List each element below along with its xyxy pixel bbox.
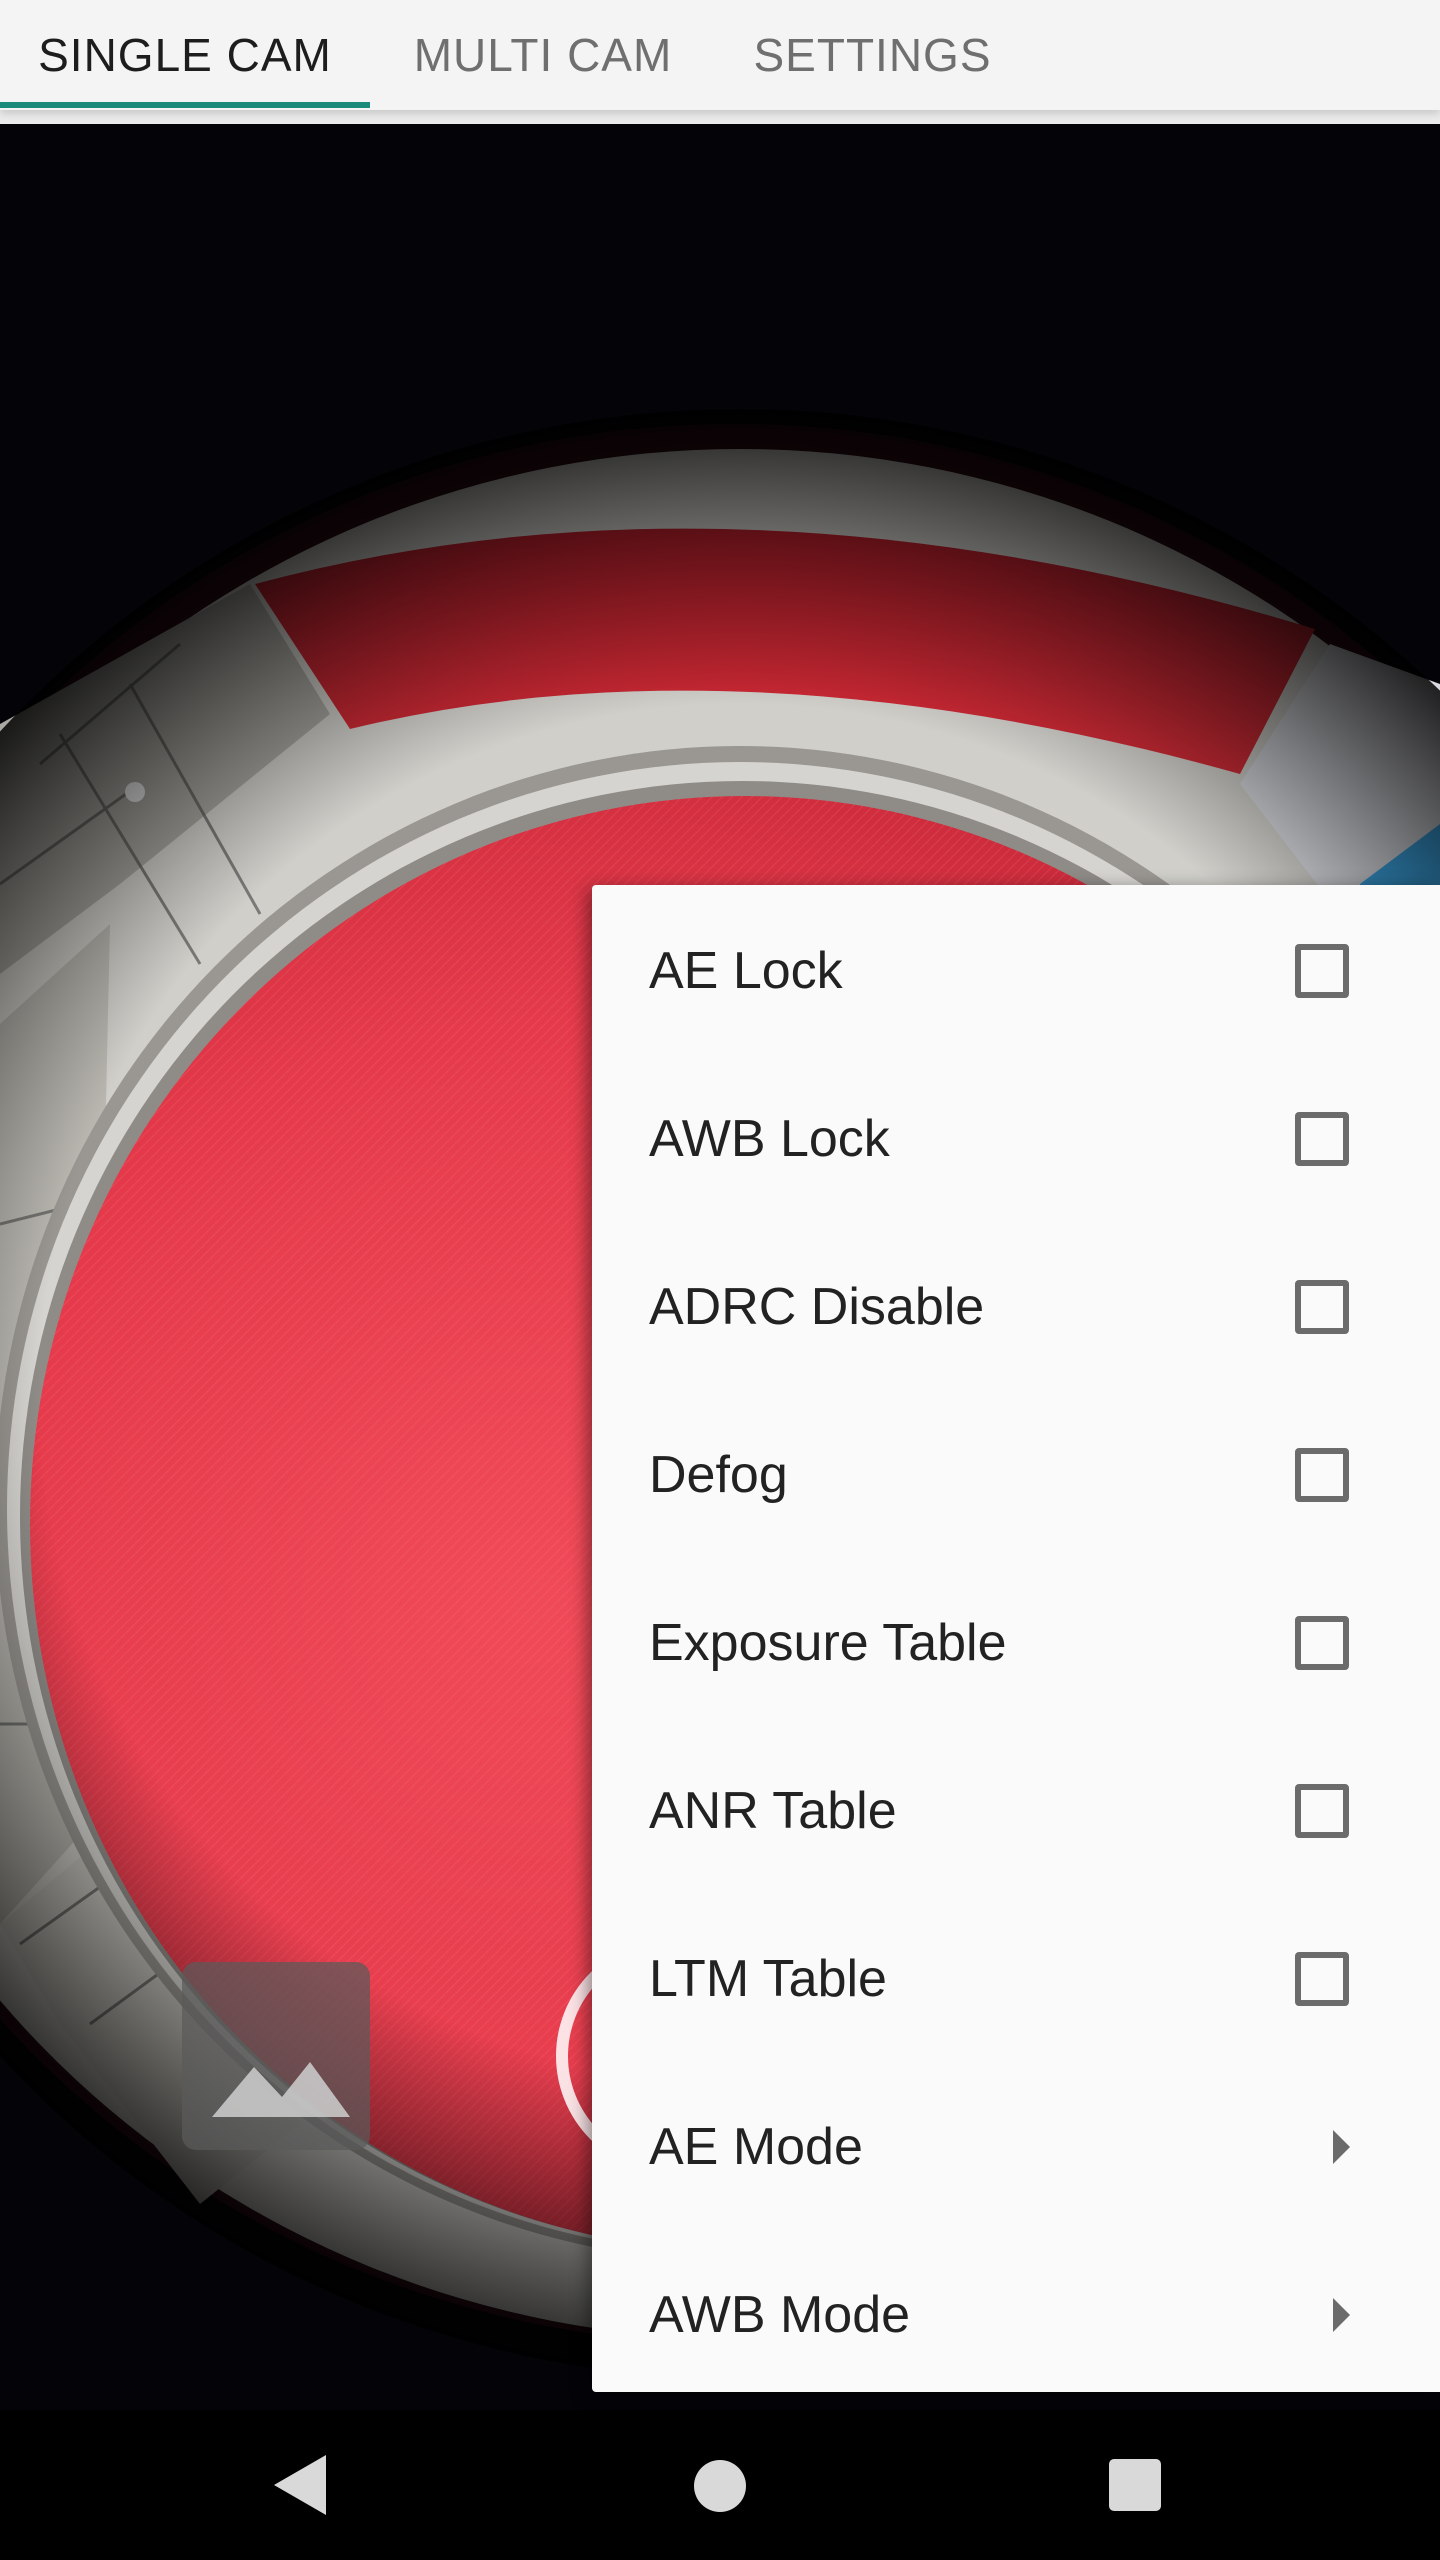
awb-lock-checkbox[interactable] — [1295, 1112, 1349, 1166]
defog-checkbox[interactable] — [1295, 1448, 1349, 1502]
adrc-disable-checkbox[interactable] — [1295, 1280, 1349, 1334]
menu-item-defog[interactable]: Defog — [592, 1391, 1440, 1559]
menu-item-ltm-table[interactable]: LTM Table — [592, 1895, 1440, 2063]
menu-item-label: AE Lock — [649, 942, 843, 1000]
menu-item-anr-table[interactable]: ANR Table — [592, 1727, 1440, 1895]
tab-bar: SINGLE CAM MULTI CAM SETTINGS — [0, 0, 1440, 110]
home-button[interactable] — [640, 2410, 800, 2560]
gallery-thumbnail-button[interactable] — [182, 1962, 370, 2150]
menu-item-adrc-disable[interactable]: ADRC Disable — [592, 1223, 1440, 1391]
tab-single-cam[interactable]: SINGLE CAM — [0, 0, 370, 110]
menu-item-awb-lock[interactable]: AWB Lock — [592, 1055, 1440, 1223]
back-icon — [274, 2455, 326, 2515]
system-navigation-bar — [0, 2410, 1440, 2560]
menu-item-label: AE Mode — [649, 2118, 863, 2176]
ae-lock-checkbox[interactable] — [1295, 944, 1349, 998]
tab-multi-cam[interactable]: MULTI CAM — [400, 0, 686, 110]
exposure-table-checkbox[interactable] — [1295, 1616, 1349, 1670]
menu-item-ae-lock[interactable]: AE Lock — [592, 887, 1440, 1055]
ltm-table-checkbox[interactable] — [1295, 1952, 1349, 2006]
submenu-arrow-icon — [1333, 2298, 1350, 2332]
tab-settings-label: SETTINGS — [753, 29, 992, 81]
menu-item-label: ADRC Disable — [649, 1278, 985, 1336]
menu-item-exposure-table[interactable]: Exposure Table — [592, 1559, 1440, 1727]
menu-item-label: LTM Table — [649, 1950, 887, 2008]
menu-item-label: Defog — [649, 1446, 788, 1504]
image-placeholder-icon — [212, 2062, 350, 2117]
menu-item-label: AWB Lock — [649, 1110, 890, 1168]
submenu-arrow-icon — [1333, 2130, 1350, 2164]
menu-item-label: Exposure Table — [649, 1614, 1007, 1672]
options-popup-menu: AE Lock AWB Lock ADRC Disable Defog Expo… — [592, 885, 1440, 2392]
recents-icon — [1109, 2459, 1161, 2511]
menu-item-label: AWB Mode — [649, 2286, 911, 2344]
back-button[interactable] — [220, 2410, 380, 2560]
menu-item-ae-mode[interactable]: AE Mode — [592, 2063, 1440, 2231]
anr-table-checkbox[interactable] — [1295, 1784, 1349, 1838]
menu-item-awb-mode[interactable]: AWB Mode — [592, 2231, 1440, 2399]
tab-bar-shadow-strip — [0, 110, 1440, 124]
menu-item-label: ANR Table — [649, 1782, 897, 1840]
camera-app-screen: SINGLE CAM MULTI CAM SETTINGS AE Lock AW… — [0, 0, 1440, 2560]
home-icon — [694, 2460, 746, 2512]
tab-settings[interactable]: SETTINGS — [740, 0, 1005, 110]
tab-multi-cam-label: MULTI CAM — [413, 29, 673, 81]
recents-button[interactable] — [1054, 2410, 1214, 2560]
active-tab-indicator — [0, 102, 370, 108]
tab-single-cam-label: SINGLE CAM — [38, 29, 332, 81]
